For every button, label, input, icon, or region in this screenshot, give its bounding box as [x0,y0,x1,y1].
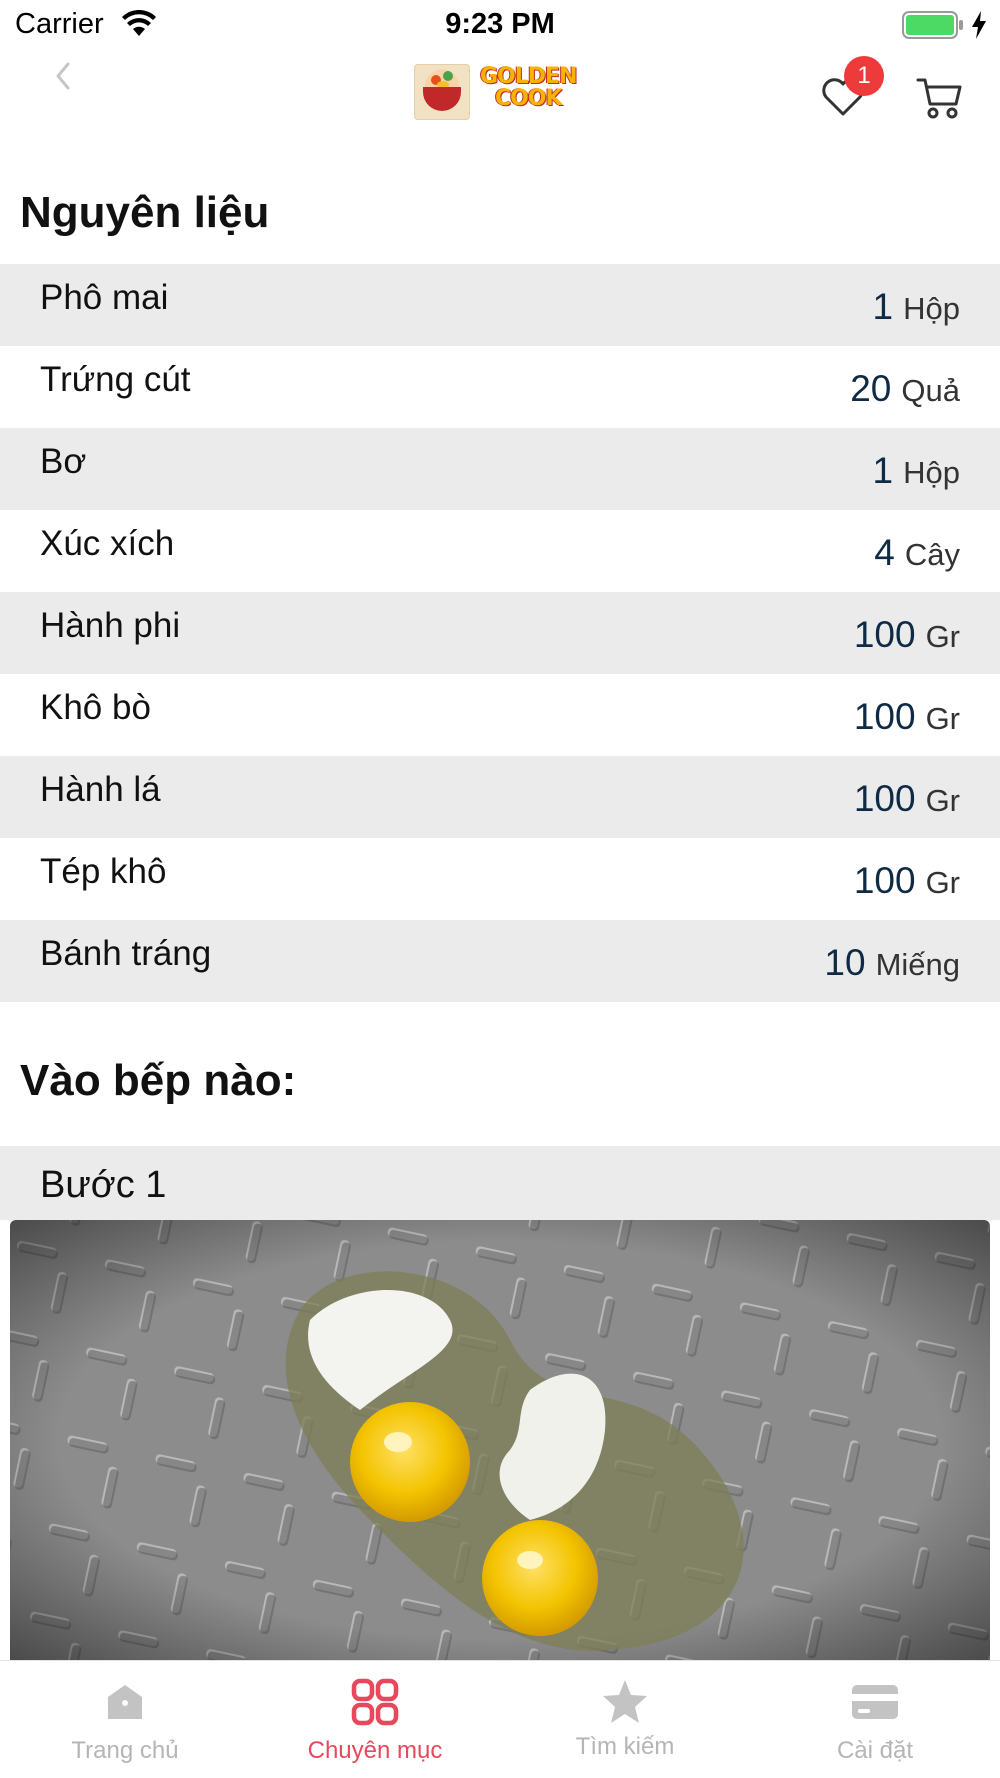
ingredient-unit: Hộp [903,291,960,326]
ingredient-qty: 100 [853,614,916,655]
ingredient-unit: Gr [925,783,960,818]
ingredient-qty: 100 [853,696,916,737]
ingredient-qty: 1 [872,450,894,491]
ingredient-amount: 1 Hộp [873,450,960,492]
tab-label: Cài đặt [836,1737,914,1764]
ingredient-name: Xúc xích [40,524,175,563]
ingredient-row: Bơ 1 Hộp [0,428,1000,510]
ingredient-row: Xúc xích 4 Cây [0,510,1000,592]
tab-settings[interactable]: Cài đặt [750,1661,1000,1778]
grid-icon [351,1678,399,1726]
tab-label: Trang chủ [71,1737,179,1764]
step-header: Bước 1 [0,1146,1000,1220]
ingredient-amount: 1 Hộp [873,286,960,328]
ingredient-name: Khô bò [40,688,151,727]
ingredient-amount: 100 Gr [854,696,960,738]
step-label: Bước 1 [40,1164,167,1206]
ingredient-name: Bánh tráng [40,934,212,973]
ingredient-name: Phô mai [40,278,169,317]
app-logo: GOLDEN COOK [414,64,590,122]
ingredient-amount: 100 Gr [854,860,960,902]
ingredient-unit: Cây [904,537,960,572]
ingredient-unit: Miếng [875,947,960,982]
step-image [10,1220,990,1660]
ingredient-row: Trứng cút 20 Quả [0,346,1000,428]
ingredient-name: Tép khô [40,852,167,891]
ingredient-amount: 100 Gr [854,614,960,656]
logo-image [414,64,470,120]
ingredient-amount: 4 Cây [874,532,960,574]
ingredient-row: Khô bò 100 Gr [0,674,1000,756]
ingredient-row: Tép khô 100 Gr [0,838,1000,920]
navigation-bar: GOLDEN COOK 1 [0,50,1000,140]
clock: 9:23 PM [445,8,555,40]
ingredient-qty: 20 [850,368,892,409]
ingredient-row: Bánh tráng 10 Miếng [0,920,1000,1002]
tab-label: Chuyên mục [307,1737,443,1764]
home-icon [108,1685,142,1719]
logo-text-line1: GOLDEN [480,64,577,89]
ingredient-name: Hành phi [40,606,181,645]
logo-text-line2: COOK [494,86,563,111]
ingredient-amount: 10 Miếng [824,942,960,984]
favorites-badge: 1 [844,56,884,96]
ingredient-unit: Quả [901,373,960,408]
ingredient-unit: Gr [925,619,960,654]
status-bar: Carrier 9:23 PM [0,0,1000,50]
card-icon [852,1685,898,1719]
ingredient-unit: Gr [925,701,960,736]
star-icon [603,1680,647,1723]
ingredient-amount: 100 Gr [854,778,960,820]
ingredient-name: Hành lá [40,770,161,809]
ingredient-qty: 4 [874,532,895,573]
charging-bolt-icon [972,11,986,39]
ingredient-row: Phô mai 1 Hộp [0,264,1000,346]
ingredient-unit: Hộp [903,455,960,490]
ingredient-row: Hành phi 100 Gr [0,592,1000,674]
ingredient-name: Bơ [40,442,87,481]
battery-icon [902,11,963,39]
tab-bar: Trang chủ Chuyên mục Tìm kiếm Cài đặt [0,1660,1000,1778]
ingredient-qty: 10 [824,942,866,983]
tab-search[interactable]: Tìm kiếm [500,1661,750,1778]
ingredient-row: Hành lá 100 Gr [0,756,1000,838]
cart-icon[interactable] [914,72,964,122]
cooking-title: Vào bếp nào: [20,1056,297,1105]
ingredients-list: Phô mai 1 Hộp Trứng cút 20 Quả Bơ 1 Hộp Xúc… [0,264,1000,1002]
ingredients-title: Nguyên liệu [20,188,270,237]
tab-home[interactable]: Trang chủ [0,1661,250,1778]
ingredient-qty: 100 [853,778,916,819]
tab-label: Tìm kiếm [575,1733,675,1760]
ingredient-unit: Gr [925,865,960,900]
chevron-left-icon[interactable] [48,56,78,96]
ingredient-qty: 1 [872,286,894,327]
ingredient-qty: 100 [853,860,916,901]
ingredient-amount: 20 Quả [850,368,960,410]
ingredient-name: Trứng cút [40,360,191,399]
logo-text: GOLDEN COOK [480,64,577,111]
tab-categories[interactable]: Chuyên mục [250,1661,500,1778]
